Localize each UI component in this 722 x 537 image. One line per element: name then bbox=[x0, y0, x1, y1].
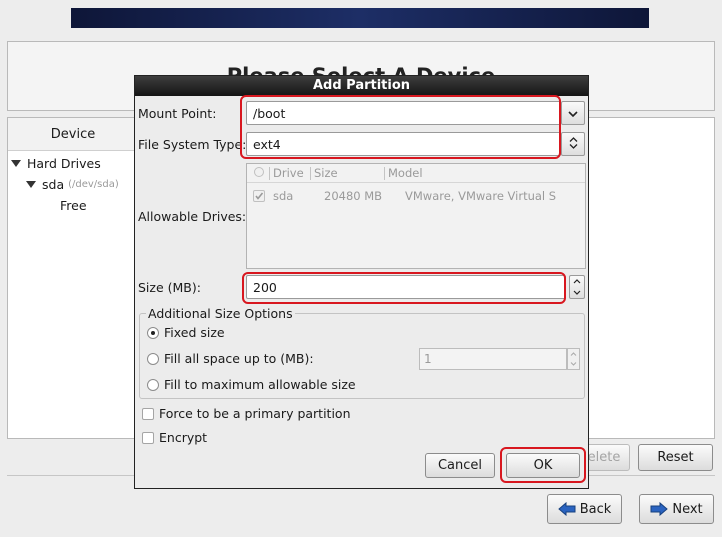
triangle-down-icon[interactable] bbox=[11, 160, 21, 167]
drives-table-header: Drive Size Model bbox=[247, 164, 585, 183]
radio-fill-up-to[interactable] bbox=[147, 353, 159, 365]
size-input[interactable]: 200 bbox=[246, 275, 566, 299]
encrypt-label[interactable]: Encrypt bbox=[159, 430, 207, 445]
mount-point-label: Mount Point: bbox=[138, 106, 217, 121]
tree-item-sda[interactable]: sda (/dev/sda) bbox=[26, 177, 119, 192]
drives-table[interactable]: Drive Size Model sda 20480 MB VMware, VM… bbox=[246, 163, 586, 269]
back-arrow-icon bbox=[557, 502, 576, 516]
column-header-size[interactable]: Size bbox=[314, 166, 338, 180]
chevron-up-icon[interactable] bbox=[573, 279, 581, 284]
reset-button[interactable]: Reset bbox=[638, 444, 713, 471]
drive-model: VMware, VMware Virtual S bbox=[405, 189, 557, 203]
device-column-header[interactable]: Device bbox=[8, 118, 139, 151]
ok-button[interactable]: OK bbox=[506, 453, 580, 478]
mount-point-input[interactable]: /boot bbox=[246, 101, 561, 125]
reset-button-label: Reset bbox=[657, 450, 694, 465]
cancel-button[interactable]: Cancel bbox=[425, 453, 495, 478]
size-options-group: Additional Size Options Fixed size Fill … bbox=[139, 306, 585, 399]
updown-arrows-icon bbox=[569, 136, 578, 152]
force-primary-label[interactable]: Force to be a primary partition bbox=[159, 406, 351, 421]
ok-button-label: OK bbox=[533, 458, 553, 473]
cancel-button-label: Cancel bbox=[437, 458, 483, 473]
fs-type-select[interactable]: ext4 bbox=[246, 132, 561, 156]
drive-name: sda bbox=[273, 189, 294, 203]
force-primary-checkbox[interactable] bbox=[142, 408, 154, 420]
back-button-label: Back bbox=[579, 501, 612, 517]
fill-max-label[interactable]: Fill to maximum allowable size bbox=[164, 377, 356, 392]
add-partition-dialog: Add Partition Mount Point: /boot File Sy… bbox=[134, 75, 589, 489]
chevron-down-icon[interactable] bbox=[570, 362, 577, 366]
size-stepper[interactable] bbox=[569, 275, 585, 299]
column-header-model[interactable]: Model bbox=[388, 166, 423, 180]
fs-type-label: File System Type: bbox=[138, 137, 247, 152]
size-options-legend: Additional Size Options bbox=[146, 306, 295, 321]
column-separator bbox=[310, 167, 311, 180]
next-button-label: Next bbox=[672, 501, 703, 517]
allowable-drives-label: Allowable Drives: bbox=[138, 209, 247, 224]
drive-size: 20480 MB bbox=[324, 189, 383, 203]
tree-item-path: (/dev/sda) bbox=[68, 179, 119, 190]
fs-type-dropdown-button[interactable] bbox=[561, 132, 585, 156]
mount-point-dropdown-button[interactable] bbox=[561, 101, 585, 125]
table-row[interactable]: sda 20480 MB VMware, VMware Virtual S bbox=[247, 188, 585, 206]
radio-fixed-size[interactable] bbox=[147, 327, 159, 339]
chevron-down-icon bbox=[568, 106, 578, 121]
radio-fill-max[interactable] bbox=[147, 379, 159, 391]
back-button[interactable]: Back bbox=[547, 494, 622, 524]
column-separator bbox=[384, 167, 385, 180]
tree-item-label: Free bbox=[60, 198, 87, 213]
tree-item-label: Hard Drives bbox=[27, 156, 101, 171]
dialog-title: Add Partition bbox=[135, 76, 588, 96]
fixed-size-label[interactable]: Fixed size bbox=[164, 325, 225, 340]
tree-item-label: sda bbox=[42, 177, 65, 192]
tree-item-free[interactable]: Free bbox=[60, 198, 87, 213]
tree-item-hard-drives[interactable]: Hard Drives bbox=[11, 156, 101, 171]
checkbox-icon[interactable] bbox=[253, 190, 265, 202]
column-separator bbox=[269, 167, 270, 180]
select-all-icon bbox=[254, 167, 264, 177]
fill-up-to-stepper[interactable] bbox=[567, 348, 580, 370]
column-header-drive[interactable]: Drive bbox=[273, 166, 304, 180]
mount-point-value: /boot bbox=[253, 105, 286, 121]
fill-up-to-input[interactable]: 1 bbox=[419, 348, 567, 370]
next-button[interactable]: Next bbox=[639, 494, 714, 524]
encrypt-checkbox[interactable] bbox=[142, 432, 154, 444]
triangle-down-icon[interactable] bbox=[26, 181, 36, 188]
size-label: Size (MB): bbox=[138, 280, 201, 295]
fs-type-value: ext4 bbox=[253, 136, 281, 152]
next-arrow-icon bbox=[650, 502, 669, 516]
chevron-down-icon[interactable] bbox=[573, 290, 581, 295]
top-banner bbox=[71, 8, 649, 28]
size-value: 200 bbox=[253, 279, 277, 295]
fill-up-to-label[interactable]: Fill all space up to (MB): bbox=[164, 351, 314, 366]
fill-up-to-value: 1 bbox=[424, 352, 432, 366]
chevron-up-icon[interactable] bbox=[570, 352, 577, 356]
